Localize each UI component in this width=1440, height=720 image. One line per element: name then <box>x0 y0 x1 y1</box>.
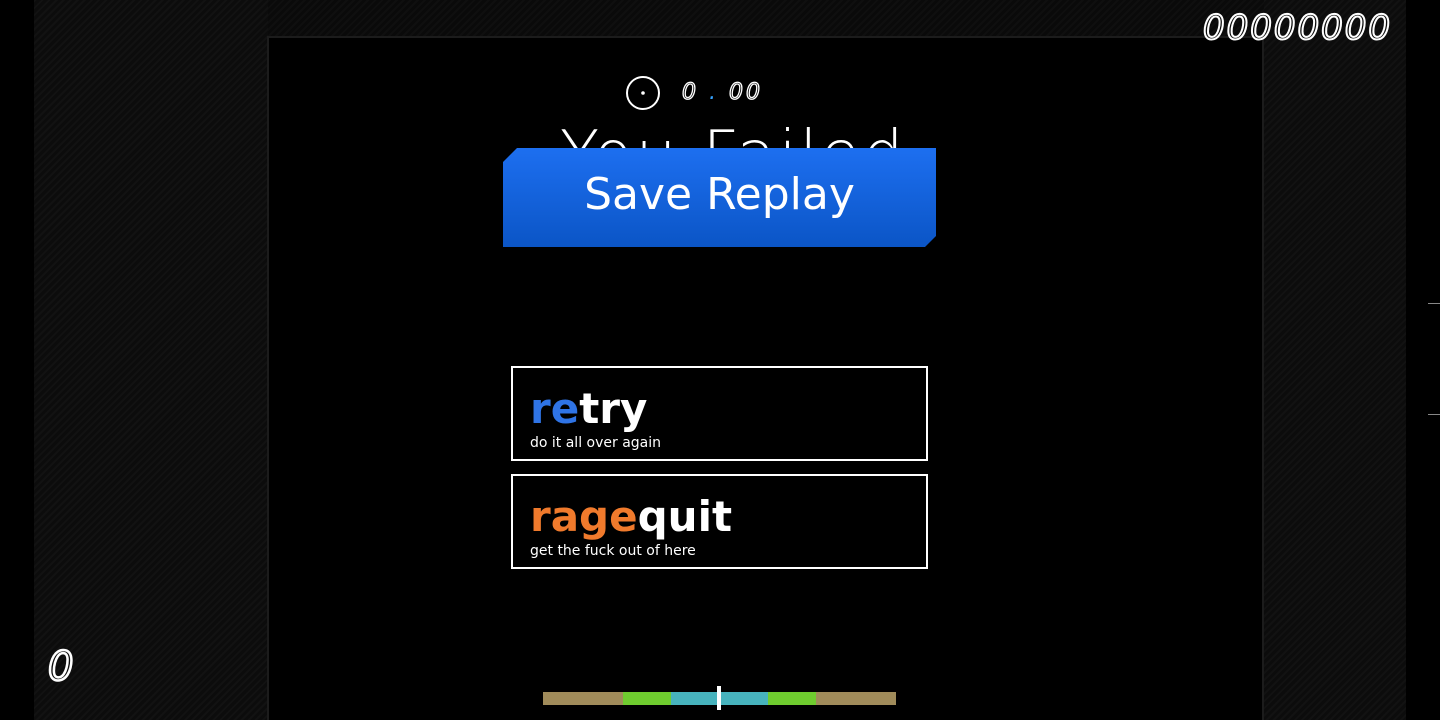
combo-counter: 0 <box>47 643 75 692</box>
top-strip <box>268 0 1264 36</box>
hit-error-center-marker <box>717 686 721 710</box>
game-screen: 00000000 0 . 00 You Failed Save Replay r… <box>0 0 1440 720</box>
left-side-panel <box>34 0 268 720</box>
retry-button[interactable]: retry do it all over again <box>511 366 928 461</box>
retry-title: retry <box>530 384 647 434</box>
retry-title-rest: try <box>579 384 648 433</box>
song-timer: 0 . 00 <box>681 79 763 105</box>
timer-separator: . <box>709 80 719 105</box>
pie-timer-icon <box>625 75 661 111</box>
ragequit-subtitle: get the fuck out of here <box>530 543 696 559</box>
hit-window-50-left <box>543 692 623 705</box>
ragequit-title: ragequit <box>530 492 732 542</box>
edge-tick <box>1428 414 1440 415</box>
hit-window-100-left <box>623 692 671 705</box>
save-replay-button[interactable]: Save Replay <box>503 148 936 247</box>
score-value: 00000000 <box>1202 7 1392 49</box>
save-replay-label: Save Replay <box>584 169 855 220</box>
ragequit-button[interactable]: ragequit get the fuck out of here <box>511 474 928 569</box>
timer-frac: 00 <box>728 79 763 105</box>
retry-title-accent: re <box>530 384 580 433</box>
retry-subtitle: do it all over again <box>530 435 662 451</box>
score-counter: 00000000 <box>1202 7 1392 49</box>
right-side-panel <box>1264 0 1406 720</box>
ragequit-title-rest: quit <box>637 492 733 541</box>
hit-window-50-right <box>816 692 896 705</box>
ragequit-title-accent: rage <box>530 492 638 541</box>
timer-int: 0 <box>681 79 699 105</box>
hit-window-100-right <box>768 692 816 705</box>
edge-tick <box>1428 303 1440 304</box>
